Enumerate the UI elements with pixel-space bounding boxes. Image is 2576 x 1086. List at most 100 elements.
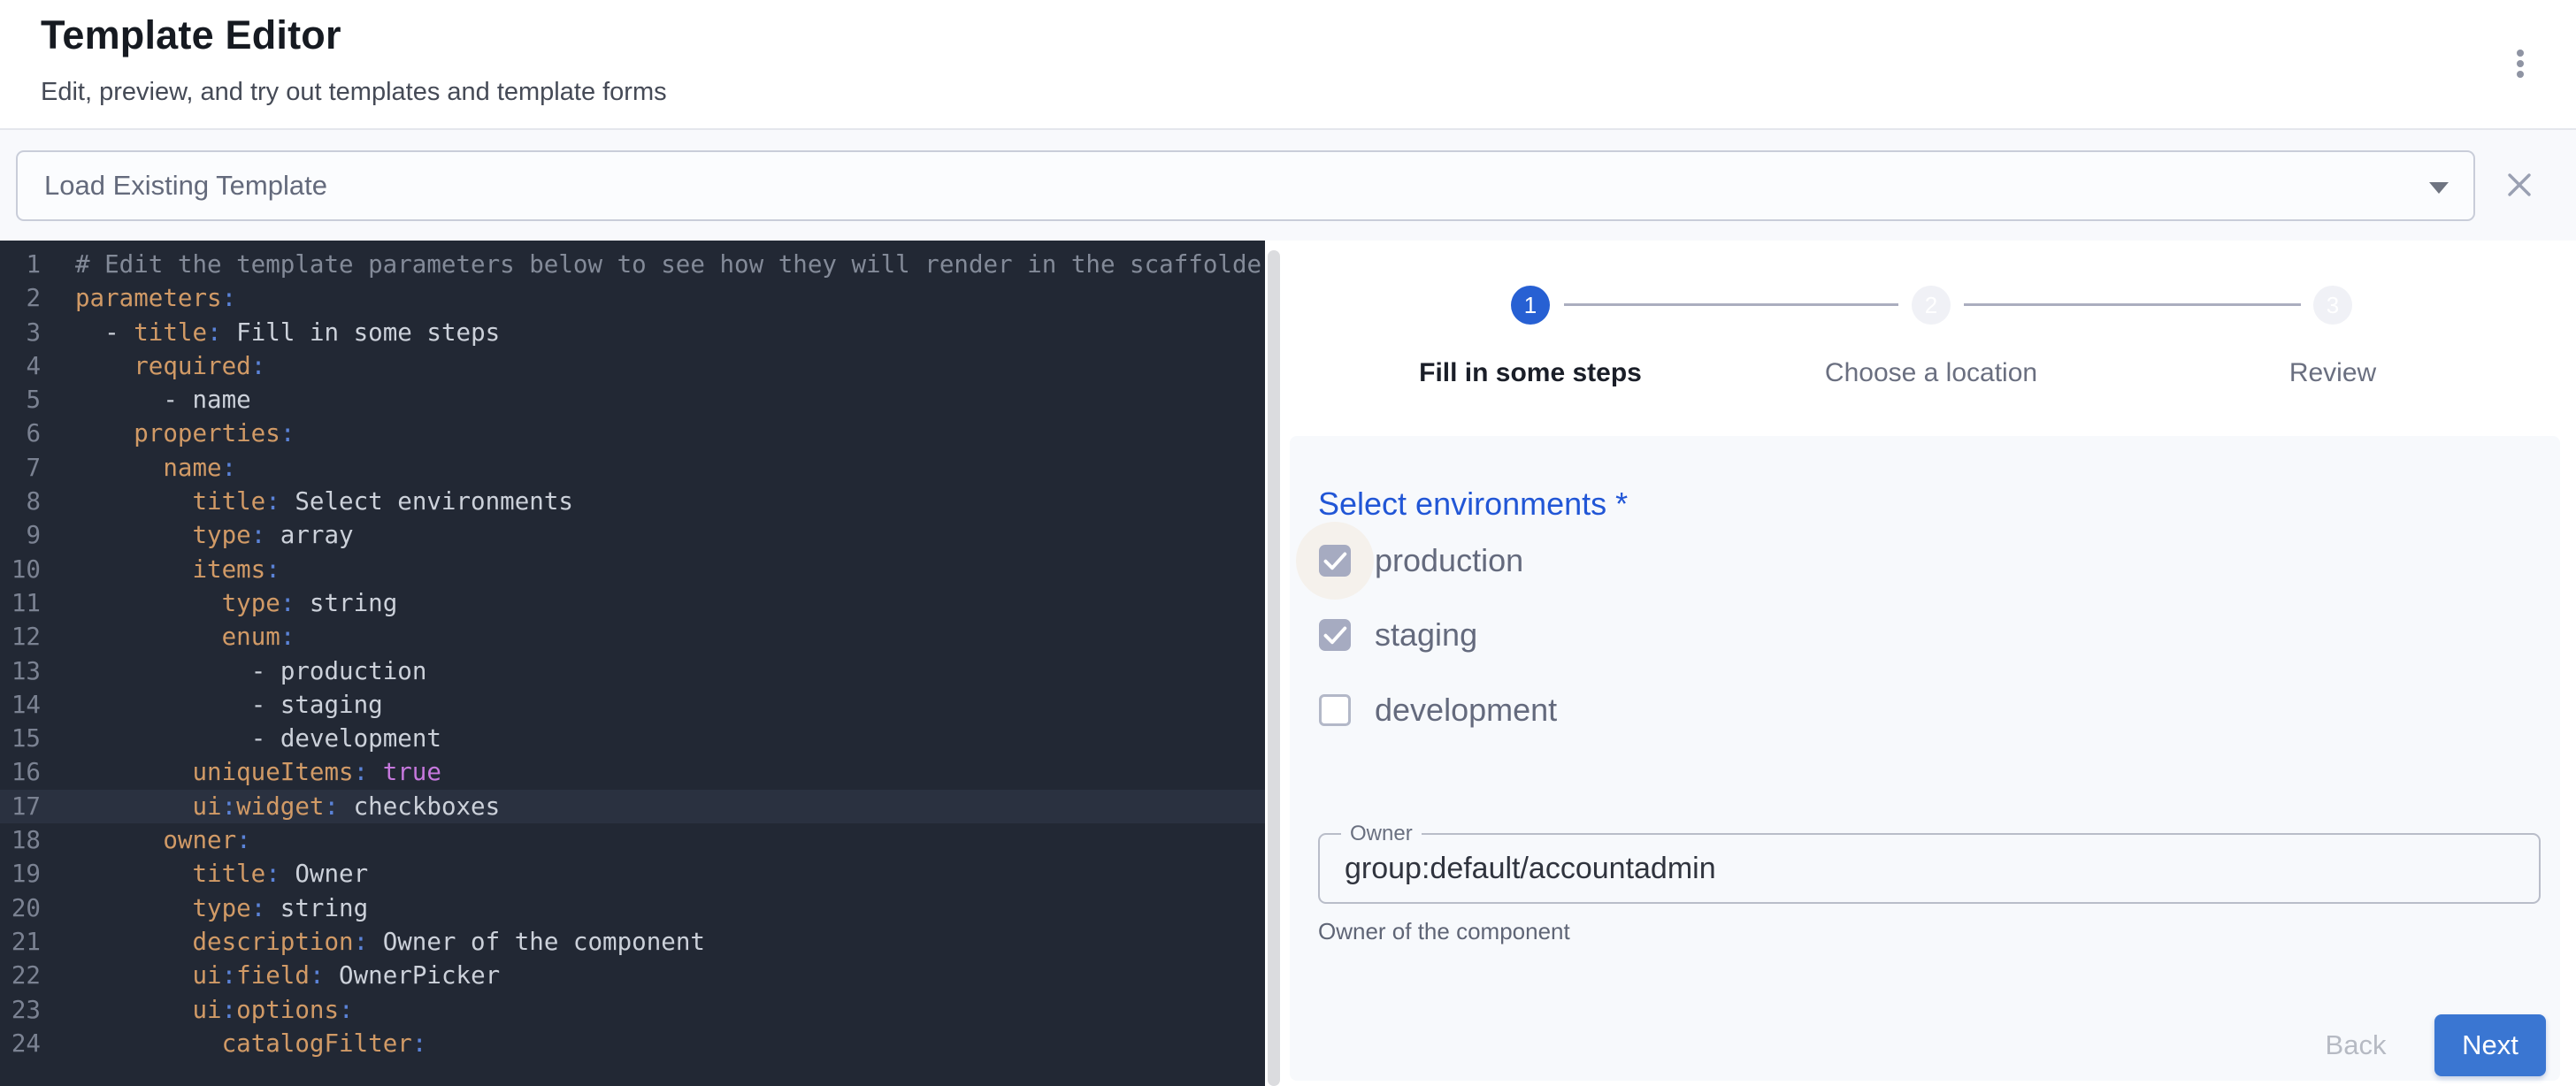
code-line[interactable]: 11 type: string xyxy=(0,586,1265,620)
load-template-placeholder: Load Existing Template xyxy=(44,170,327,202)
required-asterisk: * xyxy=(1606,486,1628,522)
code-text: - staging xyxy=(41,688,383,722)
code-text: # Edit the template parameters below to … xyxy=(41,248,1265,281)
checkmark-icon xyxy=(1319,619,1351,651)
code-text: type: array xyxy=(41,518,354,552)
code-line[interactable]: 12 enum: xyxy=(0,620,1265,654)
more-vertical-icon xyxy=(2517,50,2524,57)
code-text: properties: xyxy=(41,417,295,450)
line-number: 13 xyxy=(0,654,41,688)
code-line[interactable]: 7 name: xyxy=(0,451,1265,485)
more-vertical-icon xyxy=(2517,71,2524,78)
load-template-bar: Load Existing Template xyxy=(0,130,2576,241)
checkmark-icon xyxy=(1319,545,1351,577)
page-subtitle: Edit, preview, and try out templates and… xyxy=(41,78,667,107)
environments-label-text: Select environments xyxy=(1318,486,1606,522)
load-template-select[interactable]: Load Existing Template xyxy=(16,150,2475,221)
step-label: Review xyxy=(2112,358,2554,388)
line-number: 11 xyxy=(0,586,41,620)
code-line[interactable]: 22 ui:field: OwnerPicker xyxy=(0,959,1265,992)
code-line[interactable]: 3 - title: Fill in some steps xyxy=(0,316,1265,349)
owner-field[interactable]: Owner xyxy=(1318,833,2541,904)
code-text: parameters: xyxy=(41,281,236,315)
code-line[interactable]: 15 - development xyxy=(0,722,1265,755)
code-text: ui:widget: checkboxes xyxy=(41,790,500,823)
code-line[interactable]: 23 ui:options: xyxy=(0,993,1265,1027)
step-circle-1: 1 xyxy=(1511,286,1550,325)
code-line[interactable]: 6 properties: xyxy=(0,417,1265,450)
code-text: - name xyxy=(41,383,251,417)
code-text: required: xyxy=(41,349,265,383)
owner-input[interactable] xyxy=(1345,835,2512,902)
code-line[interactable]: 13 - production xyxy=(0,654,1265,688)
code-line[interactable]: 18 owner: xyxy=(0,823,1265,857)
code-text: title: Select environments xyxy=(41,485,573,518)
code-line[interactable]: 1# Edit the template parameters below to… xyxy=(0,248,1265,281)
checkbox-label[interactable]: development xyxy=(1375,692,1557,729)
line-number: 10 xyxy=(0,553,41,586)
line-number: 12 xyxy=(0,620,41,654)
step-label: Choose a location xyxy=(1710,358,2152,388)
panel-scrollbar[interactable] xyxy=(1268,250,1280,1086)
code-line[interactable]: 21 description: Owner of the component xyxy=(0,925,1265,959)
more-options-button[interactable] xyxy=(2500,37,2541,90)
back-button[interactable]: Back xyxy=(2307,1014,2404,1076)
environments-label: Select environments * xyxy=(1318,486,1628,523)
code-text: owner: xyxy=(41,823,251,857)
line-number: 9 xyxy=(0,518,41,552)
line-number: 7 xyxy=(0,451,41,485)
line-number: 20 xyxy=(0,891,41,925)
line-number: 18 xyxy=(0,823,41,857)
code-line[interactable]: 9 type: array xyxy=(0,518,1265,552)
form-step-card: Select environments * production staging d… xyxy=(1290,436,2560,1081)
code-text: ui:options: xyxy=(41,993,354,1027)
code-line[interactable]: 8 title: Select environments xyxy=(0,485,1265,518)
step-circle-2: 2 xyxy=(1912,286,1951,325)
step-circle-3: 3 xyxy=(2313,286,2352,325)
code-line[interactable]: 17 ui:widget: checkboxes xyxy=(0,790,1265,823)
close-button[interactable] xyxy=(2503,170,2535,202)
code-line[interactable]: 10 items: xyxy=(0,553,1265,586)
code-text: catalogFilter: xyxy=(41,1027,426,1060)
checkbox-production[interactable] xyxy=(1319,545,1351,577)
owner-helper-text: Owner of the component xyxy=(1318,918,1570,945)
code-text: ui:field: OwnerPicker xyxy=(41,959,500,992)
code-text: title: Owner xyxy=(41,857,368,891)
code-text: uniqueItems: true xyxy=(41,755,441,789)
line-number: 1 xyxy=(0,248,41,281)
code-line[interactable]: 14 - staging xyxy=(0,688,1265,722)
line-number: 15 xyxy=(0,722,41,755)
code-line[interactable]: 16 uniqueItems: true xyxy=(0,755,1265,789)
checkbox-label[interactable]: staging xyxy=(1375,616,1477,654)
line-number: 3 xyxy=(0,316,41,349)
code-text: enum: xyxy=(41,620,295,654)
checkbox-row-production[interactable]: production xyxy=(1319,540,1523,581)
code-text: - production xyxy=(41,654,426,688)
line-number: 24 xyxy=(0,1027,41,1060)
code-line[interactable]: 20 type: string xyxy=(0,891,1265,925)
checkbox-row-staging[interactable]: staging xyxy=(1319,615,1477,655)
yaml-code-editor[interactable]: 1# Edit the template parameters below to… xyxy=(0,241,1265,1086)
code-line[interactable]: 24 catalogFilter: xyxy=(0,1027,1265,1060)
checkbox-row-development[interactable]: development xyxy=(1319,690,1557,730)
code-text: type: string xyxy=(41,891,368,925)
checkbox-label[interactable]: production xyxy=(1375,542,1523,579)
close-icon xyxy=(2505,171,2534,199)
code-line[interactable]: 19 title: Owner xyxy=(0,857,1265,891)
line-number: 19 xyxy=(0,857,41,891)
line-number: 21 xyxy=(0,925,41,959)
form-stepper: 1Fill in some steps2Choose a location3Re… xyxy=(1290,241,2576,436)
code-line[interactable]: 5 - name xyxy=(0,383,1265,417)
code-text: name: xyxy=(41,451,236,485)
line-number: 6 xyxy=(0,417,41,450)
code-line[interactable]: 4 required: xyxy=(0,349,1265,383)
checkbox-staging[interactable] xyxy=(1319,619,1351,651)
code-text: description: Owner of the component xyxy=(41,925,705,959)
page-header: Template Editor Edit, preview, and try o… xyxy=(0,0,2576,128)
code-line[interactable]: 2parameters: xyxy=(0,281,1265,315)
line-number: 22 xyxy=(0,959,41,992)
next-button[interactable]: Next xyxy=(2434,1014,2546,1076)
line-number: 2 xyxy=(0,281,41,315)
checkbox-development[interactable] xyxy=(1319,694,1351,726)
line-number: 16 xyxy=(0,755,41,789)
